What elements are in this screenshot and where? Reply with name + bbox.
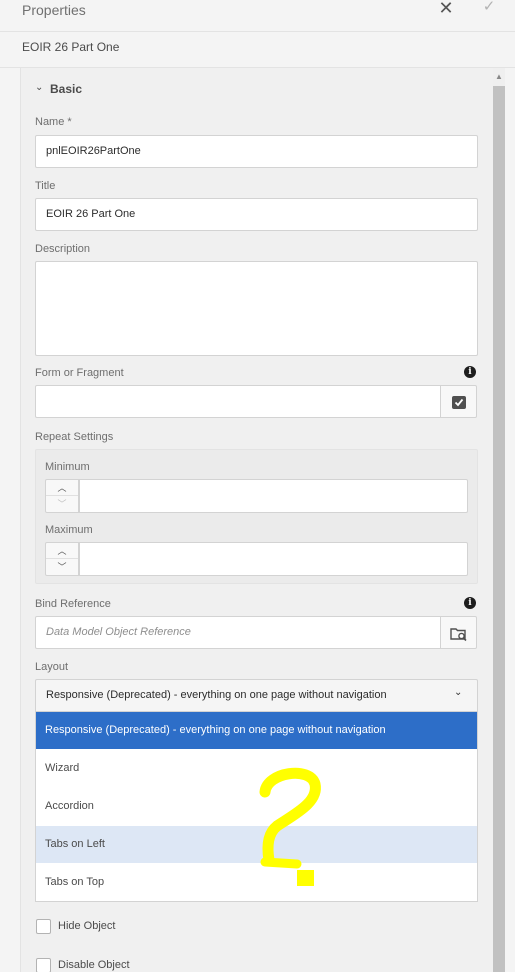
browse-data-model-button[interactable]	[441, 616, 477, 649]
bind-reference-label: Bind Reference	[35, 598, 111, 610]
layout-label: Layout	[35, 661, 69, 673]
layout-option[interactable]: Tabs on Top	[36, 864, 477, 901]
name-label: Name *	[35, 116, 72, 128]
name-input[interactable]: pnlEOIR26PartOne	[35, 135, 478, 168]
accordion-label: Basic	[50, 82, 83, 96]
chevron-down-icon: ⌄	[35, 82, 44, 93]
description-textarea[interactable]	[35, 261, 478, 356]
decrement-icon[interactable]: ﹀	[46, 559, 78, 575]
layout-option[interactable]: Tabs on Left	[36, 826, 477, 863]
layout-select[interactable]: Responsive (Deprecated) - everything on …	[35, 679, 478, 712]
scroll-thumb[interactable]	[493, 86, 505, 972]
component-breadcrumb: EOIR 26 Part One	[0, 32, 515, 68]
increment-icon[interactable]: ︿	[46, 543, 78, 559]
decrement-icon[interactable]: ﹀	[46, 496, 78, 512]
select-form-button[interactable]	[441, 385, 477, 418]
minimum-label: Minimum	[45, 461, 90, 473]
repeat-settings-label: Repeat Settings	[35, 431, 114, 443]
info-icon[interactable]: i	[464, 366, 476, 378]
increment-icon[interactable]: ︿	[46, 480, 78, 496]
basic-accordion-header[interactable]: ⌄ Basic	[35, 80, 235, 98]
layout-option[interactable]: Responsive (Deprecated) - everything on …	[36, 712, 477, 749]
layout-option[interactable]: Accordion	[36, 788, 477, 825]
vertical-scrollbar[interactable]: ▲	[493, 68, 505, 972]
maximum-stepper[interactable]: ︿ ﹀	[45, 542, 79, 576]
layout-options-list: Responsive (Deprecated) - everything on …	[35, 712, 478, 902]
disable-object-checkbox[interactable]	[36, 958, 51, 972]
panel-title: Properties	[22, 2, 86, 18]
folder-search-icon	[450, 628, 467, 642]
form-or-fragment-label: Form or Fragment	[35, 367, 124, 379]
maximum-label: Maximum	[45, 524, 93, 536]
layout-option[interactable]: Wizard	[36, 750, 477, 787]
chevron-down-icon: ⌄	[454, 687, 463, 698]
bind-reference-input[interactable]: Data Model Object Reference	[35, 616, 441, 649]
form-or-fragment-input[interactable]	[35, 385, 441, 418]
maximum-input[interactable]	[79, 542, 468, 576]
minimum-input[interactable]	[79, 479, 468, 513]
scroll-up-arrow-icon[interactable]: ▲	[493, 70, 505, 84]
close-icon[interactable]: ✕	[436, 0, 456, 18]
title-input[interactable]: EOIR 26 Part One	[35, 198, 478, 231]
component-title: EOIR 26 Part One	[22, 40, 120, 54]
hide-object-checkbox[interactable]	[36, 919, 51, 934]
info-icon[interactable]: i	[464, 597, 476, 609]
title-label: Title	[35, 180, 56, 192]
checkbox-check-icon	[452, 396, 466, 409]
properties-header: Properties ✕ ✓	[0, 0, 515, 32]
disable-object-label: Disable Object	[58, 959, 130, 971]
hide-object-label: Hide Object	[58, 920, 116, 932]
description-label: Description	[35, 243, 91, 255]
check-icon[interactable]: ✓	[480, 0, 498, 17]
layout-selected-value: Responsive (Deprecated) - everything on …	[46, 689, 387, 701]
minimum-stepper[interactable]: ︿ ﹀	[45, 479, 79, 513]
